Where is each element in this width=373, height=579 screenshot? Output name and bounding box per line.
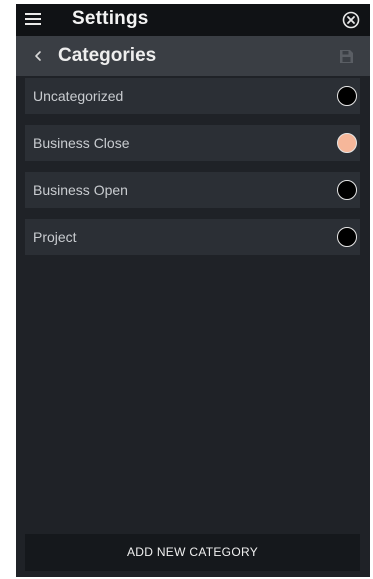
list-item-uncategorized[interactable]: Uncategorized	[25, 78, 360, 114]
page-title: Settings	[72, 8, 149, 29]
list-item-business-close[interactable]: Business Close	[25, 125, 360, 161]
section-header: Categories	[16, 36, 370, 76]
category-label: Uncategorized	[33, 88, 124, 104]
add-new-category-button[interactable]: ADD NEW CATEGORY	[25, 534, 360, 571]
category-label: Business Close	[33, 135, 130, 151]
section-title: Categories	[58, 45, 157, 66]
color-swatch[interactable]	[337, 86, 357, 106]
settings-panel: Settings Categories Uncategorized Busine…	[16, 4, 370, 577]
top-app-bar: Settings	[16, 4, 370, 36]
floppy-disk-icon[interactable]	[339, 49, 354, 64]
chevron-left-icon[interactable]	[33, 49, 43, 63]
hamburger-menu-icon[interactable]	[25, 13, 41, 25]
list-item-project[interactable]: Project	[25, 219, 360, 255]
category-label: Project	[33, 229, 77, 245]
color-swatch[interactable]	[337, 133, 357, 153]
close-circle-icon[interactable]	[342, 11, 360, 29]
list-item-business-open[interactable]: Business Open	[25, 172, 360, 208]
category-label: Business Open	[33, 182, 128, 198]
color-swatch[interactable]	[337, 180, 357, 200]
color-swatch[interactable]	[337, 227, 357, 247]
